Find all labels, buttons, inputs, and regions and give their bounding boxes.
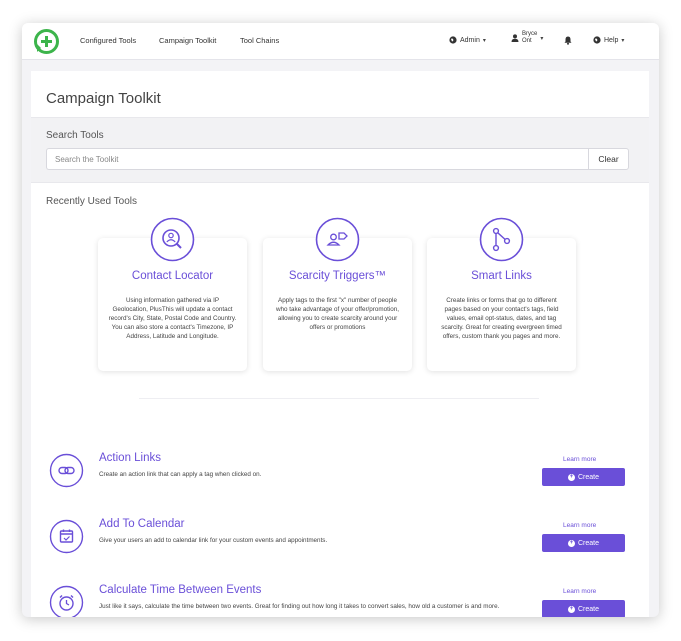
tool-row-calculate-time: Calculate Time Between Events Just like … xyxy=(31,578,649,617)
tool-title[interactable]: Add To Calendar xyxy=(99,518,184,530)
search-section: Search Tools Clear xyxy=(31,117,649,183)
app-window: Configured Tools Campaign Toolkit Tool C… xyxy=(22,23,659,617)
card-title: Scarcity Triggers™ xyxy=(288,270,387,282)
card-title: Smart Links xyxy=(471,270,532,282)
user-name: Bryce Ont xyxy=(522,31,537,45)
user-last-name: Ont xyxy=(522,38,532,44)
nav-campaign-toolkit[interactable]: Campaign Toolkit xyxy=(159,36,216,45)
alarm-clock-icon xyxy=(49,585,84,617)
create-label: Create xyxy=(577,605,599,613)
tool-card-smart-links[interactable]: Smart Links Create links or forms that g… xyxy=(427,217,576,371)
tool-description: Create an action link that can apply a t… xyxy=(99,471,262,478)
tool-card-contact-locator[interactable]: Contact Locator Using information gather… xyxy=(98,217,247,371)
share-nodes-icon xyxy=(479,217,524,262)
help-label: Help xyxy=(604,36,619,44)
toolkit-panel: Campaign Toolkit Search Tools Clear Rece… xyxy=(31,71,649,617)
card-description: Apply tags to the first "x" number of pe… xyxy=(275,297,400,331)
user-first-name: Bryce xyxy=(522,31,538,37)
create-button[interactable]: + Create xyxy=(542,534,625,552)
search-label: Search Tools xyxy=(46,130,104,141)
chevron-down-icon: ▾ xyxy=(540,35,544,42)
help-menu[interactable]: Help ▾ xyxy=(593,36,624,44)
chevron-down-icon: ▾ xyxy=(621,37,625,44)
calendar-icon xyxy=(49,519,84,554)
tool-title[interactable]: Action Links xyxy=(99,452,161,464)
tool-title[interactable]: Calculate Time Between Events xyxy=(99,584,261,596)
globe-icon xyxy=(449,36,457,44)
admin-label: Admin xyxy=(460,36,480,44)
person-tag-icon xyxy=(315,217,360,262)
tool-row-action-links: Action Links Create an action link that … xyxy=(31,446,649,496)
divider xyxy=(139,398,539,399)
user-icon xyxy=(511,34,519,42)
admin-menu[interactable]: Admin ▾ xyxy=(449,36,486,44)
plus-circle-icon: + xyxy=(567,473,575,481)
create-button[interactable]: + Create xyxy=(542,600,625,617)
clear-button[interactable]: Clear xyxy=(588,148,629,170)
learn-more-link[interactable]: Learn more xyxy=(563,522,596,529)
create-label: Create xyxy=(577,539,599,547)
learn-more-link[interactable]: Learn more xyxy=(563,456,596,463)
plus-circle-icon: + xyxy=(567,539,575,547)
plus-circle-icon: + xyxy=(567,605,575,613)
bell-icon[interactable] xyxy=(564,36,572,45)
tool-description: Just like it says, calculate the time be… xyxy=(99,603,500,610)
tool-row-add-to-calendar: Add To Calendar Give your users an add t… xyxy=(31,512,649,562)
card-description: Create links or forms that go to differe… xyxy=(441,297,562,340)
tool-card-scarcity-triggers[interactable]: Scarcity Triggers™ Apply tags to the fir… xyxy=(263,217,412,371)
globe-icon xyxy=(593,36,601,44)
nav-tool-chains[interactable]: Tool Chains xyxy=(240,36,279,45)
top-navbar: Configured Tools Campaign Toolkit Tool C… xyxy=(22,23,659,60)
search-input[interactable] xyxy=(46,148,589,170)
recent-tools-heading: Recently Used Tools xyxy=(46,196,137,207)
card-title: Contact Locator xyxy=(131,270,214,282)
card-description: Using information gathered via IP Geoloc… xyxy=(108,297,237,340)
nav-configured-tools[interactable]: Configured Tools xyxy=(80,36,136,45)
learn-more-link[interactable]: Learn more xyxy=(563,588,596,595)
page-title: Campaign Toolkit xyxy=(46,90,161,107)
tool-description: Give your users an add to calendar link … xyxy=(99,537,328,544)
link-icon xyxy=(49,453,84,488)
create-button[interactable]: + Create xyxy=(542,468,625,486)
user-menu[interactable]: Bryce Ont ▾ xyxy=(511,31,543,45)
create-label: Create xyxy=(577,473,599,481)
plusthis-logo[interactable] xyxy=(33,28,60,55)
chevron-down-icon: ▾ xyxy=(482,37,486,44)
location-person-icon xyxy=(150,217,195,262)
